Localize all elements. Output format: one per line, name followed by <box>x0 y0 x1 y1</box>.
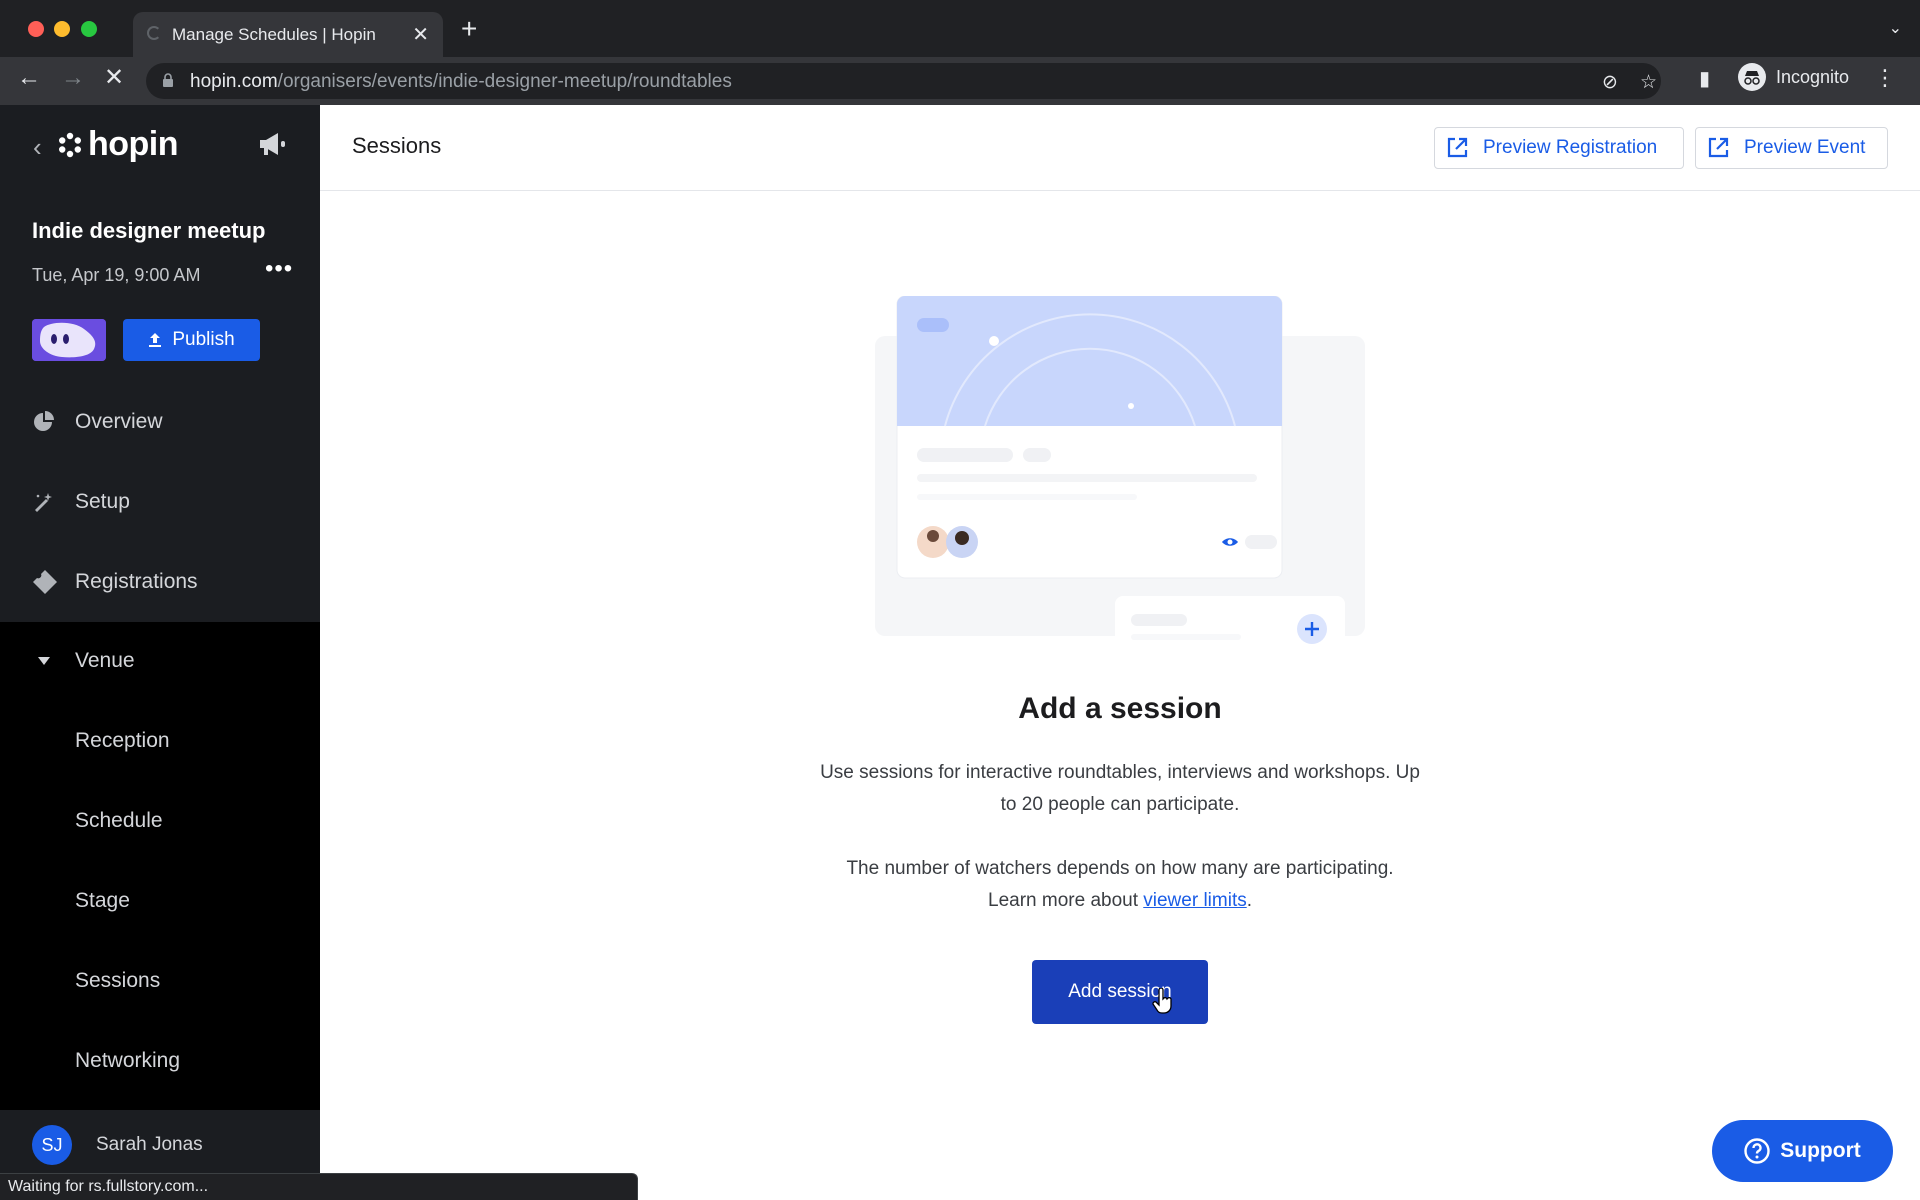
empty-state-title: Add a session <box>1018 692 1222 725</box>
megaphone-icon[interactable] <box>258 131 288 157</box>
user-name: Sarah Jonas <box>96 1134 203 1155</box>
pie-chart-icon <box>34 411 54 431</box>
more-options-icon[interactable]: ••• <box>265 255 293 283</box>
sidebar-item-label: Stage <box>75 889 130 912</box>
forward-icon[interactable]: → <box>61 66 85 90</box>
sidebar-item-label: Venue <box>75 649 135 672</box>
sidebar-item-overview[interactable]: Overview <box>0 393 320 453</box>
event-name: Indie designer meetup <box>32 218 266 243</box>
incognito-icon <box>1738 63 1766 91</box>
avatar: SJ <box>32 1125 72 1165</box>
back-icon[interactable]: ← <box>17 66 41 90</box>
page-title: Sessions <box>352 133 442 158</box>
preview-event-label: Preview Event <box>1744 137 1866 158</box>
hopin-logo[interactable]: hopin <box>56 125 179 164</box>
viewer-limits-link[interactable]: viewer limits <box>1143 890 1246 911</box>
side-panel-icon[interactable]: ▮ <box>1699 66 1710 91</box>
stop-loading-icon[interactable]: ✕ <box>104 66 124 90</box>
tab-title: Manage Schedules | Hopin <box>172 25 376 44</box>
sidebar-top-section: ‹ hopin Indie designer meetup Tue, Apr 1… <box>0 105 320 622</box>
incognito-label: Incognito <box>1776 66 1850 87</box>
publish-button[interactable]: Publish <box>123 319 260 361</box>
sidebar-item-schedule[interactable]: Schedule <box>0 792 320 852</box>
sidebar-item-label: Schedule <box>75 809 163 832</box>
preview-registration-button[interactable]: Preview Registration <box>1434 127 1684 169</box>
sidebar-item-label: Networking <box>75 1049 181 1072</box>
event-thumbnail[interactable] <box>32 319 106 361</box>
hopin-logo-icon <box>59 132 81 157</box>
caret-down-icon <box>38 657 50 665</box>
publish-label: Publish <box>172 329 235 350</box>
empty-state-description: Use sessions for interactive roundtables… <box>820 762 1420 815</box>
minimize-window-button[interactable] <box>54 21 70 37</box>
close-window-button[interactable] <box>28 21 44 37</box>
magic-wand-icon <box>35 493 52 512</box>
external-link-icon <box>1447 137 1468 158</box>
new-tab-button[interactable]: + <box>461 15 477 43</box>
support-button[interactable]: Support <box>1712 1120 1893 1182</box>
empty-state-note: The number of watchers depends on how ma… <box>846 858 1394 911</box>
lock-icon <box>163 73 173 87</box>
browser-tab-bar: Manage Schedules | Hopin ✕ + ⌄ <box>0 0 1920 57</box>
tab-search-icon[interactable]: ⌄ <box>1889 18 1902 38</box>
sidebar-item-stage[interactable]: Stage <box>0 872 320 932</box>
event-date: Tue, Apr 19, 9:00 AM <box>32 265 201 285</box>
browser-toolbar: ← → ✕ hopin.com/organisers/events/indie-… <box>0 57 1920 105</box>
ticket-icon <box>33 570 57 594</box>
tab-close-icon[interactable]: ✕ <box>412 22 429 47</box>
preview-event-button[interactable]: Preview Event <box>1695 127 1888 169</box>
sidebar-item-networking[interactable]: Networking <box>0 1032 320 1092</box>
empty-state-illustration <box>875 296 1365 661</box>
support-label: Support <box>1780 1139 1861 1162</box>
bookmark-star-icon[interactable]: ☆ <box>1640 71 1657 94</box>
sidebar-item-label: Reception <box>75 729 170 752</box>
sidebar-item-label: Overview <box>75 410 163 433</box>
sidebar-item-label: Sessions <box>75 969 161 992</box>
address-bar[interactable]: hopin.com/organisers/events/indie-design… <box>146 63 1661 99</box>
browser-tab[interactable]: Manage Schedules | Hopin ✕ <box>133 12 443 57</box>
preview-registration-label: Preview Registration <box>1483 137 1658 158</box>
eye-off-icon[interactable]: ⊘ <box>1602 71 1618 94</box>
sidebar-item-registrations[interactable]: Registrations <box>0 553 320 613</box>
loading-spinner-icon <box>147 26 161 40</box>
add-session-button[interactable]: Add session <box>1032 960 1208 1024</box>
sidebar-item-reception[interactable]: Reception <box>0 712 320 772</box>
sidebar-item-sessions[interactable]: Sessions <box>0 952 320 1012</box>
sidebar-item-setup[interactable]: Setup <box>0 473 320 533</box>
sidebar: ‹ hopin Indie designer meetup Tue, Apr 1… <box>0 105 320 1200</box>
maximize-window-button[interactable] <box>81 21 97 37</box>
sidebar-item-label: Registrations <box>75 570 198 593</box>
browser-menu-icon[interactable]: ⋮ <box>1874 67 1896 89</box>
help-icon <box>1744 1138 1770 1164</box>
logo-text: hopin <box>88 125 179 163</box>
upload-icon <box>149 333 162 347</box>
page-header: Sessions Preview Registration Preview Ev… <box>320 105 1920 191</box>
hand-cursor-icon <box>1152 988 1172 1014</box>
back-chevron-icon[interactable]: ‹ <box>33 132 42 163</box>
sidebar-item-venue[interactable]: Venue <box>0 632 320 692</box>
external-link-icon <box>1708 137 1729 158</box>
incognito-profile[interactable]: Incognito <box>1738 63 1849 91</box>
sidebar-item-label: Setup <box>75 490 130 513</box>
url-text: hopin.com/organisers/events/indie-design… <box>190 71 732 92</box>
browser-status-bar: Waiting for rs.fullstory.com... <box>0 1173 638 1200</box>
